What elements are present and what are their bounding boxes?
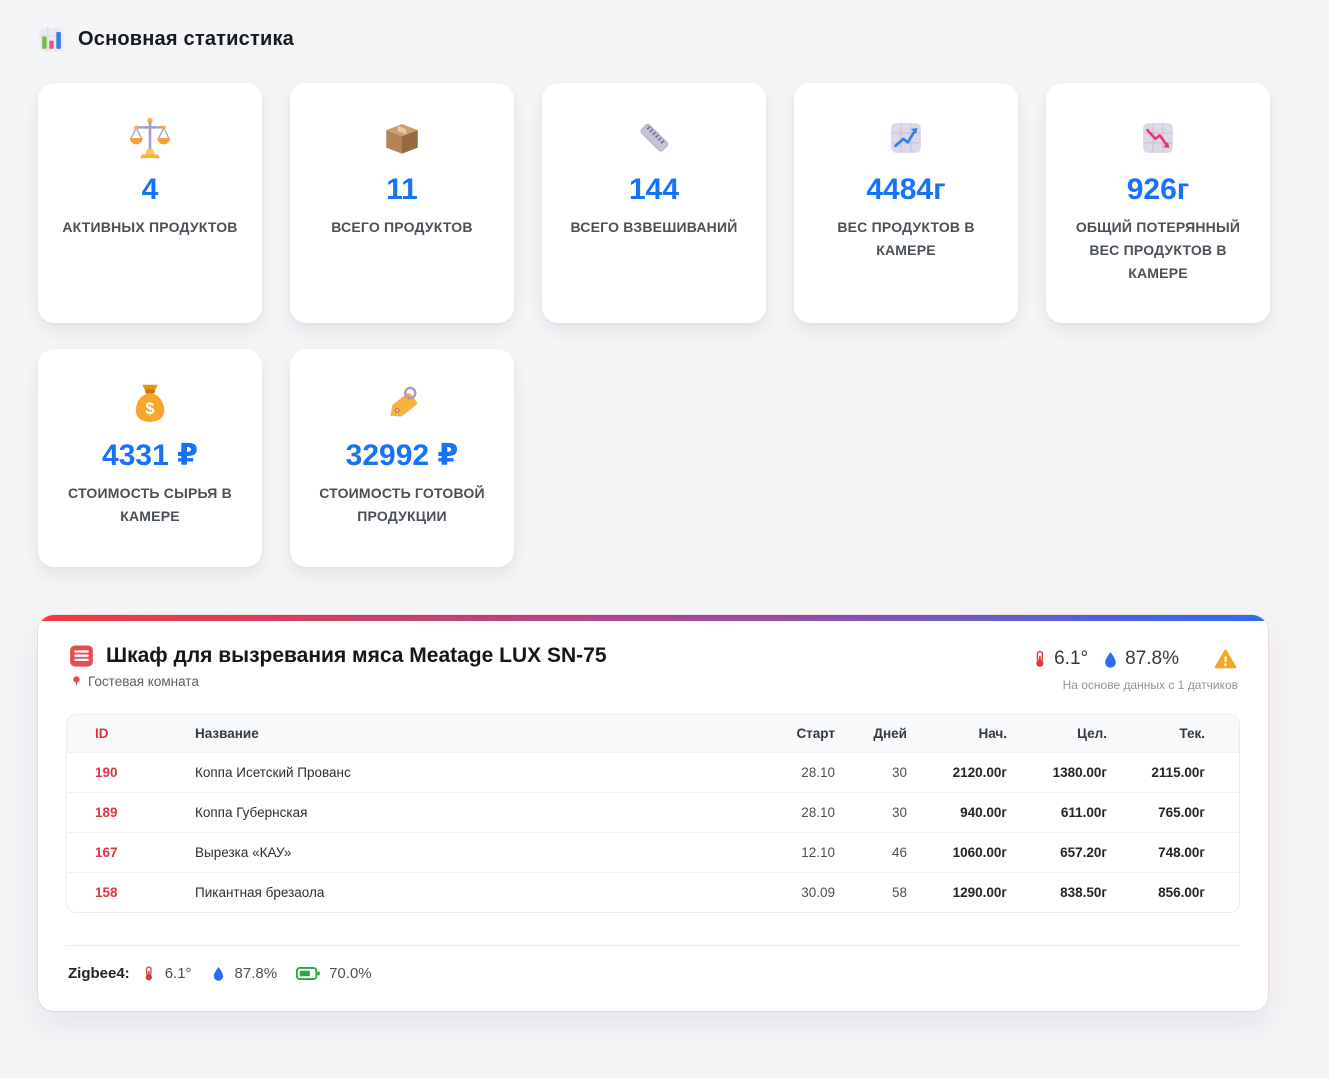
cell-target: 657.20г (1021, 833, 1121, 873)
stat-value: 144 (562, 173, 746, 208)
cell-days: 46 (849, 833, 921, 873)
tag-icon (310, 381, 494, 427)
stats-section-title: Основная статистика (78, 28, 294, 51)
table-row[interactable]: 190 Коппа Исетский Прованс 28.10 30 2120… (67, 753, 1239, 793)
cell-id: 158 (67, 873, 181, 913)
sensors-note: На основе данных с 1 датчиков (1031, 678, 1238, 692)
cell-initial: 1290.00г (921, 873, 1021, 913)
table-header-row: ID Название Старт Дней Нач. Цел. Тек. (67, 715, 1239, 753)
cell-start: 30.09 (757, 873, 849, 913)
scales-icon (58, 115, 242, 161)
chart-down-icon (1066, 115, 1250, 161)
stat-cards-row-1: 4 АКТИВНЫХ ПРОДУКТОВ 11 ВСЕГО ПРОДУКТОВ (38, 83, 1291, 323)
cell-id: 167 (67, 833, 181, 873)
cell-name: Коппа Исетский Прованс (181, 753, 757, 793)
stat-card-weight-in-chamber: 4484г ВЕС ПРОДУКТОВ В КАМЕРЕ (794, 83, 1018, 323)
cabinet-humidity: 87.8% (1125, 648, 1179, 670)
sensor-battery: 70.0% (329, 965, 372, 982)
dashboard-page: Основная статистика 4 АКТИВНЫХ (0, 0, 1329, 1011)
cell-target: 611.00г (1021, 793, 1121, 833)
table-row[interactable]: 158 Пикантная брезаола 30.09 58 1290.00г… (67, 873, 1239, 913)
stat-value: 11 (310, 173, 494, 208)
pin-icon (71, 674, 82, 689)
cell-name: Пикантная брезаола (181, 873, 757, 913)
cell-start: 28.10 (757, 793, 849, 833)
cell-name: Коппа Губернская (181, 793, 757, 833)
cabinet-location-label: Гостевая комната (88, 674, 199, 689)
col-header-target: Цел. (1021, 715, 1121, 753)
stat-card-active-products: 4 АКТИВНЫХ ПРОДУКТОВ (38, 83, 262, 323)
col-header-initial: Нач. (921, 715, 1021, 753)
cell-current: 765.00г (1121, 793, 1239, 833)
stat-cards-row-2: $ 4331 ₽ СТОИМОСТЬ СЫРЬЯ В КАМЕРЕ 32992 … (38, 349, 1291, 567)
stat-card-total-weighings: 144 ВСЕГО ВЗВЕШИВАНИЙ (542, 83, 766, 323)
cabinet-header: Шкаф для вызревания мяса Meatage LUX SN-… (38, 621, 1268, 706)
cell-target: 838.50г (1021, 873, 1121, 913)
sensor-temperature: 6.1° (165, 965, 192, 982)
stat-card-finished-cost: 32992 ₽ СТОИМОСТЬ ГОТОВОЙ ПРОДУКЦИИ (290, 349, 514, 567)
products-table: ID Название Старт Дней Нач. Цел. Тек. 19… (66, 714, 1240, 913)
cell-name: Вырезка «КАУ» (181, 833, 757, 873)
sensor-status-bar: Zigbee4: 6.1° 87.8% (66, 945, 1240, 1011)
svg-text:$: $ (145, 400, 154, 418)
cell-initial: 1060.00г (921, 833, 1021, 873)
stat-value: 32992 ₽ (310, 439, 494, 474)
thermometer-icon (141, 963, 156, 984)
cabinet-temperature: 6.1° (1054, 648, 1088, 670)
cell-start: 12.10 (757, 833, 849, 873)
cell-current: 748.00г (1121, 833, 1239, 873)
sensor-name: Zigbee4: (68, 965, 130, 982)
cabinet-header-left: Шкаф для вызревания мяса Meatage LUX SN-… (68, 643, 607, 689)
stat-card-total-products: 11 ВСЕГО ПРОДУКТОВ (290, 83, 514, 323)
cell-start: 28.10 (757, 753, 849, 793)
cell-days: 30 (849, 793, 921, 833)
cell-id: 190 (67, 753, 181, 793)
cell-id: 189 (67, 793, 181, 833)
cabinet-icon (68, 643, 95, 669)
stat-card-raw-cost: $ 4331 ₽ СТОИМОСТЬ СЫРЬЯ В КАМЕРЕ (38, 349, 262, 567)
stat-label: АКТИВНЫХ ПРОДУКТОВ (58, 216, 242, 239)
cell-days: 58 (849, 873, 921, 913)
col-header-name: Название (181, 715, 757, 753)
cell-initial: 2120.00г (921, 753, 1021, 793)
cell-current: 2115.00г (1121, 753, 1239, 793)
ruler-icon (562, 115, 746, 161)
chart-up-icon (814, 115, 998, 161)
cabinet-title: Шкаф для вызревания мяса Meatage LUX SN-… (106, 644, 607, 668)
cabinet-climate: 6.1° 87.8% На осн (1031, 643, 1238, 692)
stat-value: 4484г (814, 173, 998, 208)
stat-label: ВСЕГО ПРОДУКТОВ (310, 216, 494, 239)
bar-chart-icon (38, 26, 65, 53)
cell-initial: 940.00г (921, 793, 1021, 833)
droplet-icon (1102, 649, 1119, 670)
stat-label: ВСЕГО ВЗВЕШИВАНИЙ (562, 216, 746, 239)
table-row[interactable]: 189 Коппа Губернская 28.10 30 940.00г 61… (67, 793, 1239, 833)
col-header-start: Старт (757, 715, 849, 753)
stat-label: СТОИМОСТЬ ГОТОВОЙ ПРОДУКЦИИ (310, 482, 494, 528)
battery-icon (296, 966, 320, 981)
stats-section-header: Основная статистика (38, 26, 1291, 53)
droplet-icon (211, 964, 226, 983)
sensor-humidity: 87.8% (235, 965, 278, 982)
stat-label: ОБЩИЙ ПОТЕРЯННЫЙ ВЕС ПРОДУКТОВ В КАМЕРЕ (1066, 216, 1250, 285)
stat-label: СТОИМОСТЬ СЫРЬЯ В КАМЕРЕ (58, 482, 242, 528)
col-header-id: ID (67, 715, 181, 753)
stat-value: 4 (58, 173, 242, 208)
money-bag-icon: $ (58, 381, 242, 427)
cell-current: 856.00г (1121, 873, 1239, 913)
col-header-current: Тек. (1121, 715, 1239, 753)
stat-value: 4331 ₽ (58, 439, 242, 474)
cell-days: 30 (849, 753, 921, 793)
stat-card-lost-weight: 926г ОБЩИЙ ПОТЕРЯННЫЙ ВЕС ПРОДУКТОВ В КА… (1046, 83, 1270, 323)
thermometer-icon (1031, 647, 1048, 671)
col-header-days: Дней (849, 715, 921, 753)
warning-icon[interactable] (1213, 648, 1238, 671)
stat-value: 926г (1066, 173, 1250, 208)
package-icon (310, 115, 494, 161)
table-row[interactable]: 167 Вырезка «КАУ» 12.10 46 1060.00г 657.… (67, 833, 1239, 873)
stat-label: ВЕС ПРОДУКТОВ В КАМЕРЕ (814, 216, 998, 262)
cell-target: 1380.00г (1021, 753, 1121, 793)
cabinet-card: Шкаф для вызревания мяса Meatage LUX SN-… (38, 615, 1268, 1011)
